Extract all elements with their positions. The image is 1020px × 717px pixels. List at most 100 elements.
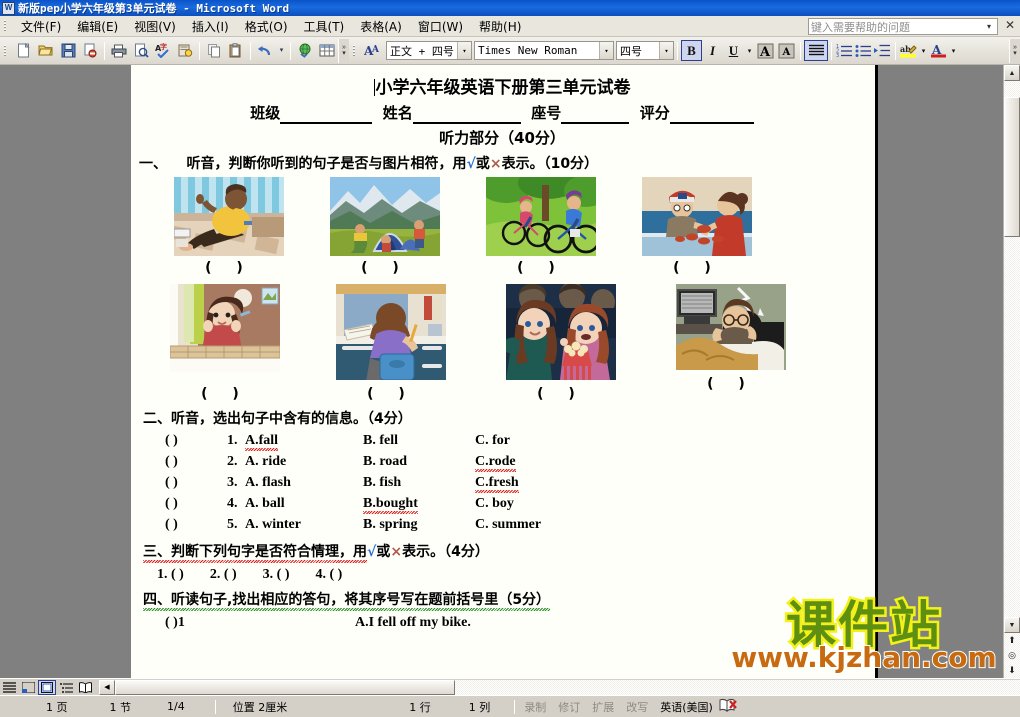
scroll-up-button[interactable]: ▲ <box>1004 65 1020 81</box>
font-size-combo[interactable]: 四号 ▾ <box>616 41 674 60</box>
status-track-changes[interactable]: 修订 <box>552 699 586 715</box>
listening-part-header: 听力部分（40分） <box>439 129 565 147</box>
style-combo-arrow-icon[interactable]: ▾ <box>457 42 471 59</box>
option-c-2: C.rode <box>475 454 516 469</box>
view-web-layout-button[interactable] <box>19 680 37 695</box>
book-with-x-icon[interactable] <box>719 698 737 715</box>
font-name-combo-arrow-icon[interactable]: ▾ <box>599 42 613 59</box>
field-blank-seat <box>561 104 630 124</box>
status-language[interactable]: 英语(美国) <box>654 699 719 715</box>
view-reading-layout-button[interactable] <box>76 680 94 695</box>
insert-table-icon[interactable] <box>316 40 338 62</box>
image-cell-1: ( ) <box>151 177 307 276</box>
answer-paren-7: ( ) <box>537 386 585 402</box>
paste-icon[interactable] <box>225 40 247 62</box>
menu-grip-handle[interactable] <box>2 18 10 34</box>
menu-format[interactable]: 格式(O) <box>237 16 296 37</box>
option-c-5: C. summer <box>475 517 542 532</box>
svg-text:A: A <box>759 45 771 59</box>
scroll-down-button[interactable]: ▼ <box>1004 617 1020 633</box>
status-record-mode[interactable]: 录制 <box>518 699 552 715</box>
font-size-combo-arrow-icon[interactable]: ▾ <box>659 42 673 59</box>
research-icon[interactable] <box>174 40 196 62</box>
image-cell-3: ( ) <box>463 177 619 276</box>
field-label-seat: 座号 <box>531 104 562 122</box>
field-blank-score <box>669 104 754 124</box>
new-document-icon[interactable] <box>13 40 35 62</box>
bold-button[interactable]: B <box>681 40 702 61</box>
image-cell-6: ( ) <box>313 284 469 402</box>
shrink-font-button[interactable]: A <box>776 40 797 61</box>
styles-and-formatting-icon[interactable]: AA <box>362 40 384 62</box>
left-gutter <box>0 65 131 678</box>
standard-toolbar-grip[interactable] <box>2 43 10 59</box>
menu-edit[interactable]: 编辑(E) <box>69 16 126 37</box>
undo-dropdown-icon[interactable]: ▾ <box>276 40 287 62</box>
previous-page-icon[interactable]: ⬆ <box>1004 633 1020 648</box>
highlight-dropdown-icon[interactable]: ▾ <box>918 40 929 61</box>
status-extend-selection[interactable]: 扩展 <box>586 699 620 715</box>
numbering-button[interactable]: 123 <box>835 40 854 61</box>
view-normal-button[interactable] <box>0 680 18 695</box>
menu-help[interactable]: 帮助(H) <box>471 16 529 37</box>
section-four-heading: 四、听读句子,找出相应的答句，将其序号写在题前括号里（5分） <box>143 589 865 609</box>
formatting-toolbar-options-button[interactable]: » ▾ <box>1009 38 1020 63</box>
section-two-heading: 二、听音，选出句子中含有的信息。（4分） <box>143 411 412 427</box>
option-b-5: B. spring <box>363 517 418 532</box>
vertical-scroll-thumb[interactable] <box>1004 97 1020 237</box>
font-name-combo[interactable]: Times New Roman ▾ <box>474 41 614 60</box>
underline-dropdown-icon[interactable]: ▾ <box>744 40 755 61</box>
menu-view[interactable]: 视图(V) <box>126 16 184 37</box>
menu-tools[interactable]: 工具(T) <box>296 16 353 37</box>
toolbar-separator <box>104 41 105 60</box>
view-print-layout-button[interactable] <box>38 679 56 695</box>
status-overtype[interactable]: 改写 <box>620 699 654 715</box>
next-page-icon[interactable]: ⬇ <box>1004 663 1020 678</box>
horizontal-scroll-track[interactable]: ◀ <box>99 679 1020 695</box>
menu-window[interactable]: 窗口(W) <box>410 16 471 37</box>
bullets-button[interactable] <box>854 40 873 61</box>
menu-table[interactable]: 表格(A) <box>352 16 410 37</box>
undo-icon[interactable] <box>254 40 276 62</box>
font-color-button[interactable]: A <box>929 40 948 61</box>
option-a-3: A. flash <box>245 475 291 490</box>
status-line: 1 行 <box>409 700 431 714</box>
chevron-down-icon[interactable]: ▾ <box>983 22 995 31</box>
align-justify-button[interactable] <box>804 40 828 61</box>
tf-item-2: 2. ( ) <box>209 567 237 582</box>
scroll-left-button[interactable]: ◀ <box>99 679 115 695</box>
answer-paren-6: ( ) <box>367 386 415 402</box>
grow-font-button[interactable]: A <box>755 40 776 61</box>
section-three-cross-icon: × <box>390 544 403 560</box>
insert-hyperlink-icon[interactable] <box>294 40 316 62</box>
increase-indent-button[interactable] <box>873 40 892 61</box>
save-icon[interactable] <box>57 40 79 62</box>
formatting-toolbar-grip[interactable] <box>351 43 359 59</box>
select-browse-object-icon[interactable]: ◎ <box>1004 648 1020 663</box>
permission-icon[interactable] <box>79 40 101 62</box>
highlight-button[interactable]: ab <box>899 40 918 61</box>
spelling-check-icon[interactable]: A字 <box>152 40 174 62</box>
vertical-scroll-track[interactable] <box>1004 237 1020 617</box>
toolbar-options-button[interactable]: » ▾ <box>338 38 349 63</box>
horizontal-scroll-thumb[interactable] <box>115 679 455 695</box>
field-label-score: 评分 <box>639 104 670 122</box>
italic-button[interactable]: I <box>702 40 723 61</box>
menu-insert[interactable]: 插入(I) <box>184 16 237 37</box>
font-color-dropdown-icon[interactable]: ▾ <box>948 40 959 61</box>
print-preview-icon[interactable] <box>130 40 152 62</box>
underline-button[interactable]: U <box>723 40 744 61</box>
menu-file[interactable]: 文件(F) <box>13 16 69 37</box>
style-combo[interactable]: 正文 + 四号 ▾ <box>386 41 472 60</box>
print-icon[interactable] <box>108 40 130 62</box>
view-outline-button[interactable] <box>57 680 75 695</box>
copy-icon[interactable] <box>203 40 225 62</box>
field-label-class: 班级 <box>250 104 281 122</box>
picture-boy-sitting-floor <box>174 177 284 256</box>
vertical-scrollbar[interactable]: ▲ ▼ ⬆ ◎ ⬇ <box>1003 65 1020 678</box>
title-bar: W 新版pep小学六年级第3单元试卷 - Microsoft Word <box>0 0 1020 16</box>
document-page[interactable]: 小学六年级英语下册第三单元试卷 班级 姓名 座号 评分 听力部分（40分） 一、… <box>131 65 878 678</box>
help-question-box[interactable]: 键入需要帮助的问题 ▾ <box>808 18 998 35</box>
close-document-icon[interactable]: ✕ <box>1005 18 1015 32</box>
open-folder-icon[interactable] <box>35 40 57 62</box>
